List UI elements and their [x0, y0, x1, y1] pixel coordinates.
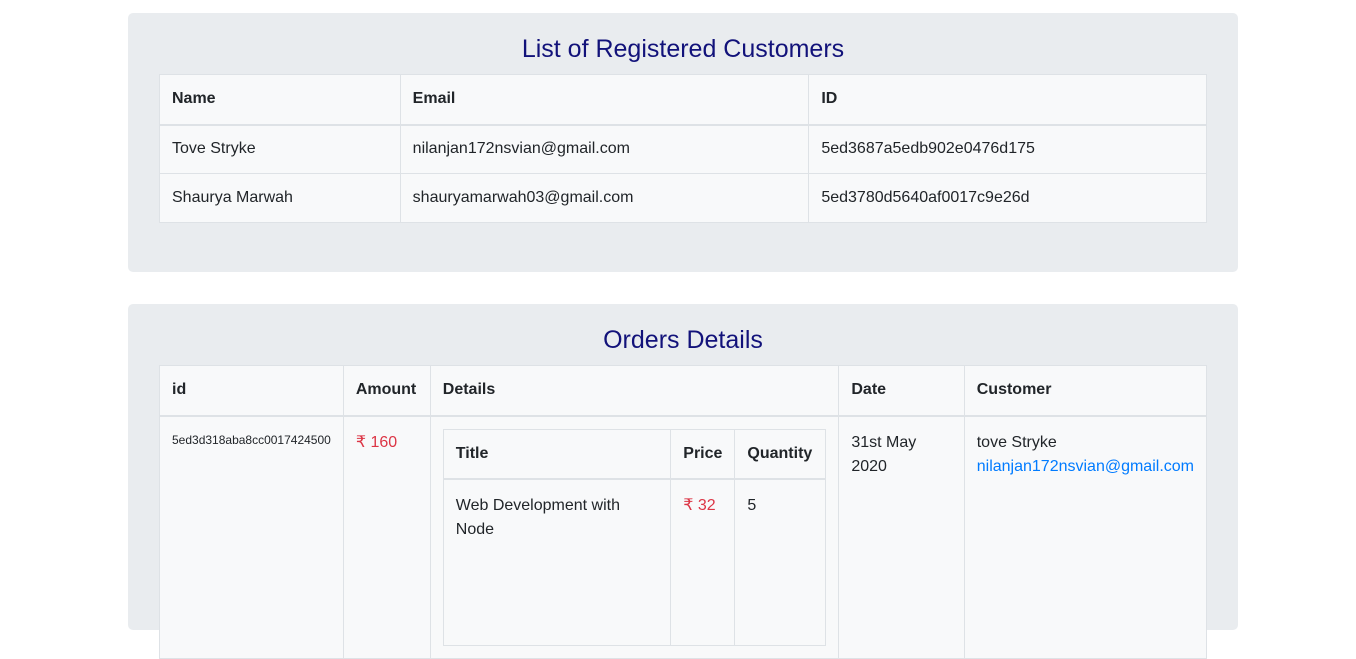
order-customer-name: tove Stryke — [976, 433, 1057, 451]
table-row: Tove Stryke nilanjan172nsvian@gmail.com … — [159, 124, 1207, 174]
item-price: ₹ 32 — [670, 478, 736, 646]
item-row: Web Development with Node ₹ 32 5 — [442, 478, 827, 646]
order-details-cell: Title Price Quantity Web Development wit… — [429, 415, 840, 659]
column-header-email: Email — [399, 74, 810, 126]
items-header-row: Title Price Quantity — [442, 428, 827, 480]
customers-table: Name Email ID Tove Stryke nilanjan172nsv… — [159, 74, 1207, 223]
order-amount: ₹ 160 — [355, 433, 398, 451]
order-id-cell: 5ed3d318aba8cc0017424500 — [159, 415, 344, 659]
column-header-customer: Customer — [963, 365, 1208, 417]
column-header-price: Price — [670, 428, 736, 480]
customer-id: 5ed3687a5edb902e0476d175 — [808, 124, 1207, 174]
column-header-name: Name — [159, 74, 401, 126]
orders-table: id Amount Details Date Customer 5ed3d318… — [159, 365, 1208, 659]
column-header-quantity: Quantity — [734, 428, 827, 480]
order-items-table: Title Price Quantity Web Development wit… — [442, 428, 827, 646]
customer-id: 5ed3780d5640af0017c9e26d — [808, 173, 1207, 223]
column-header-amount: Amount — [342, 365, 431, 417]
order-id: 5ed3d318aba8cc0017424500 — [172, 432, 331, 447]
column-header-details: Details — [429, 365, 840, 417]
column-header-title: Title — [442, 428, 672, 480]
item-title: Web Development with Node — [442, 478, 672, 646]
order-customer-email-link[interactable]: nilanjan172nsvian@gmail.com — [977, 455, 1194, 479]
customer-email: shauryamarwah03@gmail.com — [399, 173, 810, 223]
order-customer-cell: tove Stryke nilanjan172nsvian@gmail.com — [963, 415, 1208, 659]
column-header-id: id — [159, 365, 344, 417]
orders-header-row: id Amount Details Date Customer — [159, 365, 1208, 417]
customer-name: Tove Stryke — [159, 124, 401, 174]
customers-header-row: Name Email ID — [159, 74, 1207, 126]
column-header-id: ID — [808, 74, 1207, 126]
orders-title: Orders Details — [603, 326, 763, 354]
customers-title: List of Registered Customers — [521, 35, 845, 63]
table-row: 5ed3d318aba8cc0017424500 ₹ 160 Title Pri… — [159, 415, 1208, 659]
orders-panel: Orders Details id Amount Details Date Cu… — [128, 304, 1238, 659]
column-header-date: Date — [838, 365, 965, 417]
customer-name: Shaurya Marwah — [159, 173, 401, 223]
item-quantity: 5 — [734, 478, 827, 646]
order-amount-cell: ₹ 160 — [342, 415, 431, 659]
customers-panel: List of Registered Customers Name Email … — [128, 13, 1238, 272]
order-date-cell: 31st May 2020 — [838, 415, 965, 659]
order-date: 31st May 2020 — [851, 433, 917, 475]
table-row: Shaurya Marwah shauryamarwah03@gmail.com… — [159, 173, 1207, 223]
customer-email: nilanjan172nsvian@gmail.com — [399, 124, 810, 174]
